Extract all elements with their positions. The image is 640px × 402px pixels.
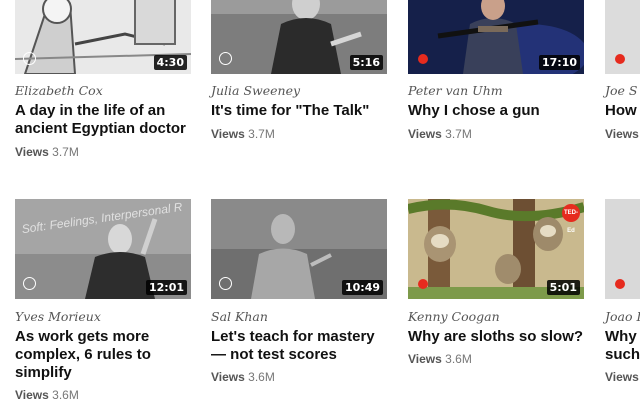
- talk-title[interactable]: Why such: [605, 328, 640, 364]
- views-value: 3.7M: [445, 127, 472, 141]
- views-label: Views: [408, 352, 442, 366]
- talk-title[interactable]: Why I chose a gun: [408, 102, 590, 120]
- talk-title[interactable]: It's time for "The Talk": [211, 102, 393, 120]
- ted-ed-badge: TED-Ed: [562, 204, 580, 234]
- talk-thumbnail[interactable]: [605, 199, 640, 299]
- views-value: 3.6M: [445, 352, 472, 366]
- talk-title[interactable]: Let's teach for mastery — not test score…: [211, 328, 381, 364]
- view-count: Views 3.7M: [15, 145, 79, 159]
- talk-grid: 4:30 Elizabeth Cox A day in the life of …: [0, 0, 640, 402]
- talk-title[interactable]: As work gets more complex, 6 rules to si…: [15, 328, 165, 382]
- speaker-name[interactable]: Yves Morieux: [15, 309, 101, 324]
- watched-indicator-icon: [418, 279, 428, 289]
- unwatched-indicator-icon: [23, 277, 36, 290]
- talk-thumbnail[interactable]: 5:16: [211, 0, 387, 74]
- talk-title[interactable]: A day in the life of an ancient Egyptian…: [15, 102, 197, 138]
- unwatched-indicator-icon: [219, 277, 232, 290]
- talk-thumbnail[interactable]: 4:30: [15, 0, 191, 74]
- watched-indicator-icon: [615, 279, 625, 289]
- view-count: Views 3.6M: [408, 352, 472, 366]
- views-label: Views: [211, 370, 245, 384]
- duration-badge: 10:49: [341, 280, 383, 295]
- speaker-name[interactable]: Joe S: [605, 83, 637, 98]
- views-label: Views: [211, 127, 245, 141]
- speaker-name[interactable]: Julia Sweeney: [211, 83, 300, 98]
- speaker-name[interactable]: Sal Khan: [211, 309, 268, 324]
- duration-badge: 5:01: [546, 280, 580, 295]
- talk-title[interactable]: How: [605, 102, 640, 120]
- talk-title[interactable]: Why are sloths so slow?: [408, 328, 590, 346]
- views-label: Views: [605, 370, 639, 384]
- views-label: Views: [408, 127, 442, 141]
- watched-indicator-icon: [615, 54, 625, 64]
- view-count: Views: [605, 370, 639, 384]
- talk-thumbnail[interactable]: Soft: Feelings, Interpersonal R 12:01: [15, 199, 191, 299]
- unwatched-indicator-icon: [23, 52, 36, 65]
- duration-badge: 12:01: [145, 280, 187, 295]
- duration-badge: 17:10: [538, 55, 580, 70]
- talk-thumbnail[interactable]: 17:10: [408, 0, 584, 74]
- talk-thumbnail[interactable]: TED-Ed 5:01: [408, 199, 584, 299]
- view-count: Views 3.6M: [211, 370, 275, 384]
- speaker-name[interactable]: Elizabeth Cox: [15, 83, 103, 98]
- speaker-name[interactable]: Peter van Uhm: [408, 83, 503, 98]
- talk-thumbnail[interactable]: [605, 0, 640, 74]
- speaker-name[interactable]: Kenny Coogan: [408, 309, 500, 324]
- watched-indicator-icon: [418, 54, 428, 64]
- views-value: 3.7M: [52, 145, 79, 159]
- views-label: Views: [15, 145, 49, 159]
- view-count: Views 3.7M: [211, 127, 275, 141]
- views-value: 3.6M: [248, 370, 275, 384]
- speaker-name[interactable]: Joao I: [605, 309, 640, 324]
- unwatched-indicator-icon: [219, 52, 232, 65]
- view-count: Views: [605, 127, 639, 141]
- views-value: 3.7M: [248, 127, 275, 141]
- views-label: Views: [605, 127, 639, 141]
- duration-badge: 5:16: [349, 55, 383, 70]
- talk-thumbnail[interactable]: 10:49: [211, 199, 387, 299]
- duration-badge: 4:30: [153, 55, 187, 70]
- view-count: Views 3.7M: [408, 127, 472, 141]
